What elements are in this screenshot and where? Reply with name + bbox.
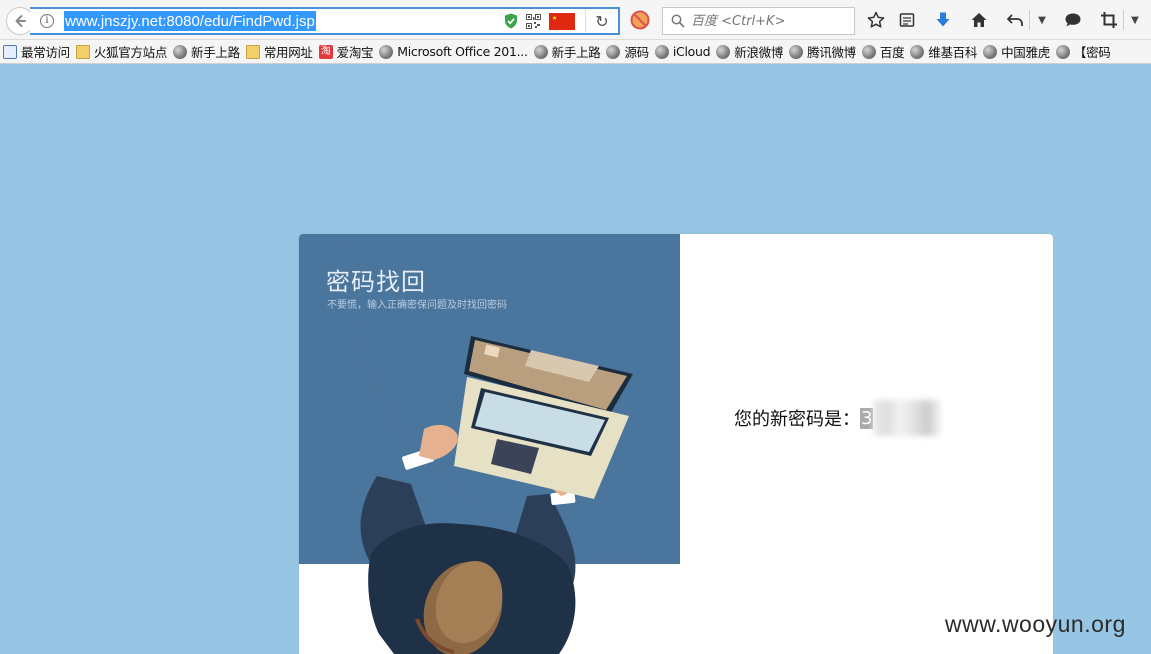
- password-recovery-card: 密码找回 不要慌，输入正确密保问题及时找回密码 您的新密码是： 3: [299, 234, 1053, 654]
- bookmark-star-icon[interactable]: [865, 9, 887, 31]
- reload-icon[interactable]: ↻: [586, 9, 618, 33]
- search-bar[interactable]: [662, 7, 855, 35]
- page-title: 密码找回: [326, 268, 426, 296]
- bookmark-wikipedia[interactable]: 维基百科: [907, 41, 980, 63]
- home-icon[interactable]: [968, 9, 990, 31]
- chat-bubble-icon[interactable]: [1062, 9, 1084, 31]
- china-flag-icon[interactable]: [549, 12, 575, 30]
- new-password-result: 您的新密码是： 3: [734, 400, 942, 436]
- password-redaction: [873, 400, 942, 436]
- url-text[interactable]: www.jnszjy.net:8080/edu/FindPwd.jsp: [64, 11, 316, 31]
- globe-icon: [533, 44, 548, 59]
- adblock-icon[interactable]: [630, 10, 650, 30]
- chevron-down-icon[interactable]: ▼: [1036, 11, 1048, 29]
- page-subtitle: 不要慌，输入正确密保问题及时找回密码: [327, 300, 507, 311]
- reader-view-icon[interactable]: [896, 9, 918, 31]
- download-icon[interactable]: [932, 9, 954, 31]
- bookmark-baidu[interactable]: 百度: [859, 41, 907, 63]
- globe-icon: [861, 44, 876, 59]
- folder-icon: [75, 44, 90, 59]
- globe-icon: [716, 44, 731, 59]
- globe-icon: [654, 44, 669, 59]
- globe-icon: [173, 44, 188, 59]
- search-input[interactable]: [691, 13, 841, 29]
- globe-icon: [606, 44, 621, 59]
- taobao-icon: 淘: [318, 44, 333, 59]
- bookmark-getting-started[interactable]: 新手上路: [170, 41, 243, 63]
- qr-code-icon[interactable]: [526, 13, 541, 29]
- new-password-value[interactable]: 3: [860, 407, 874, 429]
- bookmarks-toolbar: 最常访问 火狐官方站点 新手上路 常用网址 淘爱淘宝 Microsoft Off…: [0, 40, 1151, 64]
- crop-screenshot-icon[interactable]: [1098, 9, 1120, 31]
- bookmark-sina-weibo[interactable]: 新浪微博: [713, 41, 786, 63]
- folder-icon: [245, 44, 260, 59]
- watermark: www.wooyun.org: [945, 611, 1126, 637]
- toolbar-divider: [1029, 10, 1030, 30]
- bookmark-firefox-sites[interactable]: 火狐官方站点: [73, 41, 170, 63]
- illustration-panel: 密码找回 不要慌，输入正确密保问题及时找回密码: [299, 234, 680, 654]
- globe-icon: [789, 44, 804, 59]
- bookmark-password[interactable]: 【密码: [1053, 41, 1114, 63]
- security-shield-icon[interactable]: [504, 13, 518, 29]
- globe-icon: [983, 44, 998, 59]
- bookmark-icloud[interactable]: iCloud: [652, 41, 713, 63]
- bookmark-getting-started-2[interactable]: 新手上路: [531, 41, 604, 63]
- search-icon: [671, 14, 685, 28]
- bookmark-ai-taobao[interactable]: 淘爱淘宝: [316, 41, 377, 63]
- bookmark-microsoft-office[interactable]: Microsoft Office 201...: [376, 41, 530, 63]
- bookmark-most-visited[interactable]: 最常访问: [0, 41, 73, 63]
- bookmark-source-code[interactable]: 源码: [603, 41, 651, 63]
- url-bar-actions: ↻: [504, 9, 618, 33]
- globe-icon: [910, 44, 925, 59]
- bookmark-common-sites[interactable]: 常用网址: [243, 41, 316, 63]
- chevron-down-icon[interactable]: ▼: [1129, 11, 1141, 29]
- navigation-toolbar: i www.jnszjy.net:8080/edu/FindPwd.jsp ↻ …: [0, 0, 1151, 40]
- frequent-icon: [3, 44, 17, 59]
- undo-close-tab-icon[interactable]: [1004, 9, 1026, 31]
- new-password-label: 您的新密码是：: [734, 409, 860, 430]
- globe-icon: [1055, 44, 1070, 59]
- back-arrow-icon: [15, 15, 26, 27]
- globe-icon: [379, 44, 394, 59]
- url-bar[interactable]: i www.jnszjy.net:8080/edu/FindPwd.jsp ↻: [30, 7, 620, 35]
- site-info-icon[interactable]: i: [40, 14, 54, 28]
- bookmark-yahoo-china[interactable]: 中国雅虎: [980, 41, 1053, 63]
- bookmark-tencent-weibo[interactable]: 腾讯微博: [786, 41, 859, 63]
- toolbar-divider: [1123, 10, 1124, 30]
